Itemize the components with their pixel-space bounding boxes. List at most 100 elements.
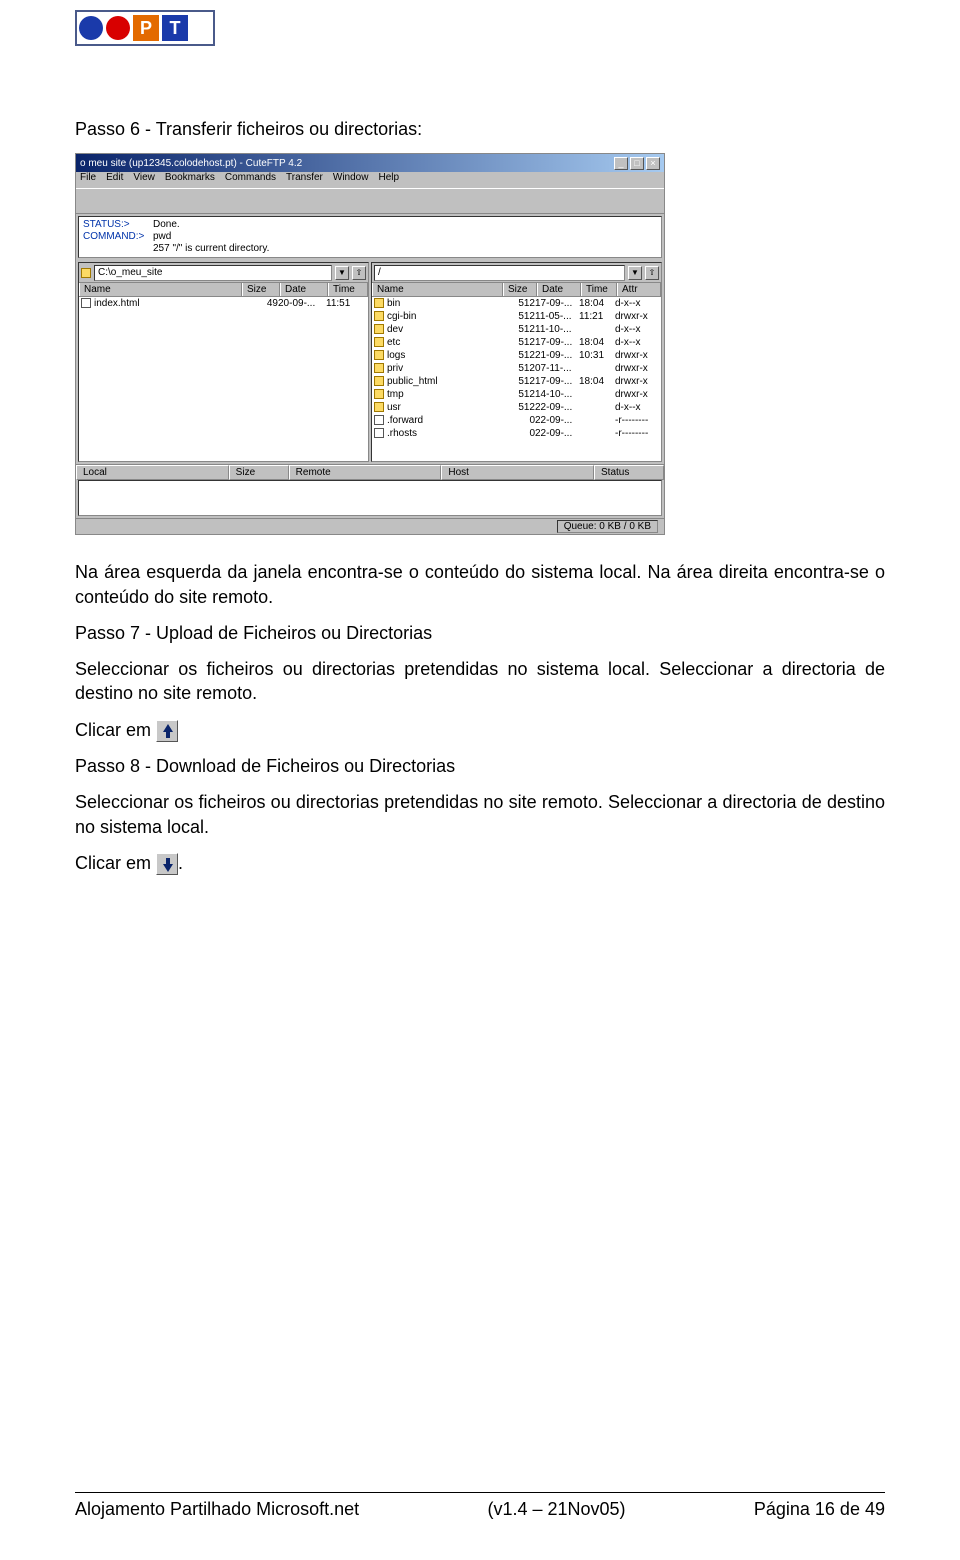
queue-col-status[interactable]: Status [594,465,664,480]
footer-left: Alojamento Partilhado Microsoft.net [75,1499,359,1520]
list-item[interactable]: bin51217-09-...18:04d-x--x [372,297,661,310]
local-path-combo[interactable]: C:\o_meu_site [94,265,332,281]
window-title: o meu site (up12345.colodehost.pt) - Cut… [80,158,302,169]
command-label: COMMAND:> [83,231,153,243]
list-item[interactable]: priv51207-11-...drwxr-x [372,362,661,375]
page-content: Passo 6 - Transferir ficheiros ou direct… [75,15,885,875]
toolbar-button[interactable] [181,191,201,211]
list-item[interactable]: logs51221-09-...10:31drwxr-x [372,349,661,362]
menu-bookmarks[interactable]: Bookmarks [165,172,215,188]
remote-file-list[interactable]: bin51217-09-...18:04d-x--xcgi-bin51211-0… [372,297,661,461]
list-item: index.html 49 20-09-... 11:51 [79,297,368,310]
status-value: Done. [153,219,180,230]
local-file-list[interactable]: index.html 49 20-09-... 11:51 [79,297,368,461]
click-line-2: Clicar em . [75,851,885,875]
folder-icon [374,298,384,308]
ftp-app-screenshot: o meu site (up12345.colodehost.pt) - Cut… [75,153,665,535]
toolbar-button[interactable] [103,191,123,211]
list-item[interactable]: tmp51214-10-...drwxr-x [372,388,661,401]
toolbar-button[interactable] [383,191,403,211]
folder-icon [374,350,384,360]
menu-help[interactable]: Help [378,172,399,188]
col-size[interactable]: Size [242,283,280,296]
list-item[interactable]: etc51217-09-...18:04d-x--x [372,336,661,349]
list-item[interactable]: .rhosts022-09-...-r-------- [372,427,661,440]
toolbar-button[interactable] [259,191,279,211]
menu-window[interactable]: Window [333,172,369,188]
toolbar-button[interactable] [406,191,426,211]
dropdown-icon[interactable]: ▼ [628,266,642,280]
status-label: STATUS:> [83,219,153,231]
local-pane: C:\o_meu_site ▼ ⇧ Name Size Date Time in… [78,262,369,462]
toolbar-button[interactable] [227,191,247,211]
queue-headers: Local Size Remote Host Status [76,464,664,480]
col-date[interactable]: Date [537,283,581,296]
queue-col-local[interactable]: Local [76,465,229,480]
folder-icon [374,376,384,386]
list-item[interactable]: usr51222-09-...d-x--x [372,401,661,414]
queue-col-host[interactable]: Host [441,465,594,480]
step7-text: Seleccionar os ficheiros ou directorias … [75,657,885,706]
file-icon [374,415,384,425]
col-time[interactable]: Time [328,283,368,296]
col-name[interactable]: Name [79,283,242,296]
logo-dot-red [106,16,130,40]
col-date[interactable]: Date [280,283,328,296]
step8-heading: Passo 8 - Download de Ficheiros ou Direc… [75,754,885,778]
queue-status: Queue: 0 KB / 0 KB [557,520,658,533]
minimize-button[interactable]: _ [614,157,628,170]
folder-icon [81,268,91,278]
step8-text: Seleccionar os ficheiros ou directorias … [75,790,885,839]
list-item[interactable]: .forward022-09-...-r-------- [372,414,661,427]
folder-icon [374,363,384,373]
queue-col-remote[interactable]: Remote [289,465,442,480]
queue-col-size[interactable]: Size [229,465,289,480]
window-titlebar: o meu site (up12345.colodehost.pt) - Cut… [76,154,664,172]
status-log: STATUS:>Done. COMMAND:>pwd 257 "/" is cu… [78,216,662,258]
folder-icon [374,389,384,399]
toolbar-button[interactable] [337,191,357,211]
col-size[interactable]: Size [503,283,537,296]
brand-logo: P T [75,10,215,46]
list-item[interactable]: dev51211-10-...d-x--x [372,323,661,336]
menu-view[interactable]: View [133,172,155,188]
page-footer: Alojamento Partilhado Microsoft.net (v1.… [75,1492,885,1520]
toolbar-button[interactable] [80,191,100,211]
upload-icon [156,720,178,742]
menu-transfer[interactable]: Transfer [286,172,323,188]
col-time[interactable]: Time [581,283,617,296]
step6-heading: Passo 6 - Transferir ficheiros ou direct… [75,117,885,141]
menu-file[interactable]: File [80,172,96,188]
queue-area[interactable] [78,480,662,516]
col-attr[interactable]: Attr [617,283,661,296]
toolbar-button[interactable] [204,191,224,211]
folder-icon [374,324,384,334]
click-line-1: Clicar em [75,718,885,742]
close-button[interactable]: × [646,157,660,170]
logo-square-p: P [133,15,159,41]
maximize-button[interactable]: □ [630,157,644,170]
remote-path-combo[interactable]: / [374,265,625,281]
col-name[interactable]: Name [372,283,503,296]
toolbar-button[interactable] [149,191,169,211]
list-item[interactable]: public_html51217-09-...18:04drwxr-x [372,375,661,388]
menu-commands[interactable]: Commands [225,172,276,188]
footer-center: (v1.4 – 21Nov05) [487,1499,625,1520]
toolbar-button[interactable] [282,191,302,211]
up-folder-button[interactable]: ⇧ [645,266,659,280]
folder-icon [374,337,384,347]
up-folder-button[interactable]: ⇧ [352,266,366,280]
dropdown-icon[interactable]: ▼ [335,266,349,280]
logo-square-t: T [162,15,188,41]
list-item[interactable]: cgi-bin51211-05-...11:21drwxr-x [372,310,661,323]
menu-edit[interactable]: Edit [106,172,123,188]
toolbar-button[interactable] [314,191,334,211]
step6-text: Na área esquerda da janela encontra-se o… [75,560,885,609]
footer-right: Página 16 de 49 [754,1499,885,1520]
command-value: pwd [153,231,171,242]
statusbar: Queue: 0 KB / 0 KB [76,518,664,534]
folder-icon [374,311,384,321]
file-icon [374,428,384,438]
toolbar-button[interactable] [126,191,146,211]
toolbar-button[interactable] [360,191,380,211]
